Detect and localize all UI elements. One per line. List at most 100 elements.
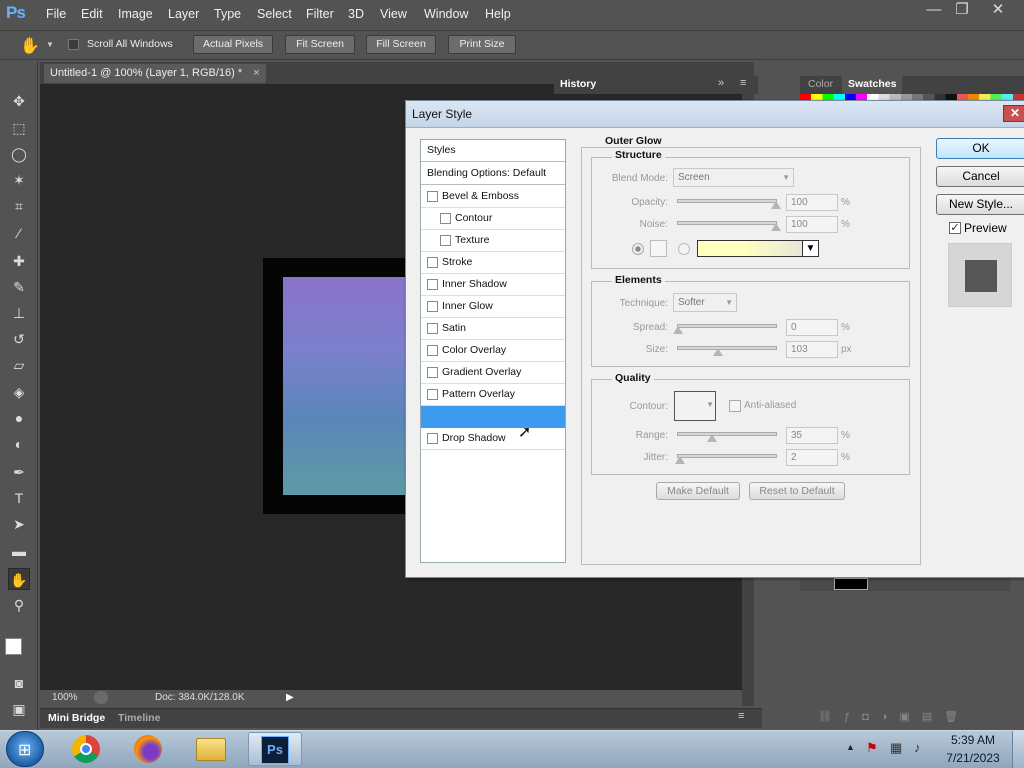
history-collapse-icon[interactable]: » — [718, 77, 724, 89]
style-item-gradient-overlay[interactable]: Gradient Overlay — [421, 362, 565, 384]
menu-window[interactable]: Window — [424, 7, 468, 21]
hand-tool-active-icon[interactable]: ✋ — [8, 568, 30, 590]
spread-field[interactable]: 0 — [786, 319, 838, 336]
show-desktop-button[interactable] — [1012, 731, 1024, 768]
slider-thumb[interactable] — [673, 326, 683, 334]
pen-tool-icon[interactable]: ✒ — [8, 461, 30, 483]
scroll-all-windows-checkbox[interactable] — [68, 38, 79, 50]
size-slider[interactable] — [677, 346, 777, 356]
rectangle-tool-icon[interactable]: ▬ — [8, 540, 30, 562]
reset-to-default-button[interactable]: Reset to Default — [749, 482, 845, 500]
noise-field[interactable]: 100 — [786, 216, 838, 233]
start-button[interactable]: ⊞ — [6, 731, 44, 767]
color-tab[interactable]: Color — [808, 78, 833, 90]
action-center-icon[interactable]: ⚑ — [866, 740, 878, 756]
layer-row[interactable] — [800, 578, 1010, 591]
show-hidden-icons[interactable]: ▲ — [846, 742, 855, 752]
style-item-satin[interactable]: Satin — [421, 318, 565, 340]
menu-view[interactable]: View — [380, 7, 407, 21]
slider-thumb[interactable] — [707, 434, 717, 442]
range-slider[interactable] — [677, 432, 777, 442]
style-item-inner-shadow[interactable]: Inner Shadow — [421, 274, 565, 296]
crop-tool-icon[interactable]: ⌗ — [8, 195, 30, 217]
gradient-picker[interactable]: ▼ — [697, 240, 819, 257]
tool-preset-dropdown-icon[interactable]: ▼ — [46, 40, 54, 49]
new-style-button[interactable]: New Style... — [936, 194, 1024, 215]
slider-thumb[interactable] — [713, 348, 723, 356]
panel-menu-icon[interactable]: ≡ — [738, 710, 744, 722]
screen-mode-icon[interactable]: ▣ — [8, 698, 30, 720]
style-checkbox[interactable] — [427, 345, 438, 356]
brush-tool-icon[interactable]: ✎ — [8, 276, 30, 298]
healing-brush-tool-icon[interactable]: ✚ — [8, 250, 30, 272]
range-field[interactable]: 35 — [786, 427, 838, 444]
eraser-tool-icon[interactable]: ▱ — [8, 354, 30, 376]
menu-edit[interactable]: Edit — [81, 7, 103, 21]
spread-slider[interactable] — [673, 324, 777, 334]
menu-type[interactable]: Type — [214, 7, 241, 21]
taskbar-firefox[interactable] — [126, 732, 170, 766]
clone-stamp-tool-icon[interactable]: ⊥ — [8, 302, 30, 324]
style-checkbox[interactable] — [427, 279, 438, 290]
swatches-tab[interactable]: Swatches — [842, 76, 903, 94]
slider-thumb[interactable] — [771, 223, 781, 231]
status-arrow-icon[interactable]: ▶ — [286, 692, 294, 703]
menu-file[interactable]: File — [46, 7, 66, 21]
document-tab[interactable]: Untitled-1 @ 100% (Layer 1, RGB/16) * × — [44, 64, 266, 83]
style-checkbox[interactable] — [427, 367, 438, 378]
style-checkbox[interactable] — [440, 235, 451, 246]
style-item-drop-shadow[interactable]: Drop Shadow — [421, 428, 565, 450]
fill-screen-button[interactable]: Fill Screen — [366, 35, 436, 54]
mini-bridge-tab[interactable]: Mini Bridge — [48, 712, 105, 724]
style-checkbox[interactable] — [427, 389, 438, 400]
paint-bucket-tool-icon[interactable]: ◈ — [8, 381, 30, 403]
size-field[interactable]: 103 — [786, 341, 838, 358]
dialog-close-button[interactable]: ✕ — [1003, 105, 1024, 122]
volume-icon[interactable]: ♪ — [914, 740, 921, 755]
menu-select[interactable]: Select — [257, 7, 292, 21]
document-tab-close-icon[interactable]: × — [253, 67, 259, 79]
style-item-inner-glow[interactable]: Inner Glow — [421, 296, 565, 318]
timeline-tab[interactable]: Timeline — [118, 712, 160, 724]
quick-mask-icon[interactable]: ◙ — [8, 672, 30, 694]
clock-date[interactable]: 7/21/2023 — [946, 751, 1000, 765]
style-checkbox[interactable] — [427, 301, 438, 312]
taskbar-chrome[interactable] — [64, 732, 108, 766]
style-checkbox[interactable] — [427, 433, 438, 444]
dialog-title-bar[interactable]: Layer Style — [406, 101, 1024, 128]
style-checkbox[interactable] — [427, 191, 438, 202]
blending-options-item[interactable]: Blending Options: Default — [421, 163, 565, 185]
taskbar-photoshop[interactable]: Ps — [248, 732, 302, 766]
style-item-pattern-overlay[interactable]: Pattern Overlay — [421, 384, 565, 406]
menu-image[interactable]: Image — [118, 7, 153, 21]
history-tab[interactable]: History — [560, 78, 596, 90]
lasso-tool-icon[interactable]: ◯ — [8, 143, 30, 165]
jitter-field[interactable]: 2 — [786, 449, 838, 466]
glow-color-swatch[interactable] — [650, 240, 667, 257]
styles-header[interactable]: Styles — [421, 140, 565, 162]
path-selection-tool-icon[interactable]: ➤ — [8, 513, 30, 535]
slider-thumb[interactable] — [675, 456, 685, 464]
type-tool-icon[interactable]: T — [8, 487, 30, 509]
anti-aliased-checkbox[interactable] — [729, 400, 741, 412]
print-size-button[interactable]: Print Size — [448, 35, 516, 54]
style-item-texture[interactable]: Texture — [421, 230, 565, 252]
style-item-contour[interactable]: Contour — [421, 208, 565, 230]
zoom-level[interactable]: 100% — [52, 692, 78, 703]
layers-panel-footer-icons[interactable]: ⛓ƒ◘◑▣▤🗑 — [818, 710, 970, 723]
style-checkbox[interactable] — [427, 323, 438, 334]
history-brush-tool-icon[interactable]: ↺ — [8, 328, 30, 350]
move-tool-icon[interactable]: ✥ — [8, 90, 30, 112]
style-item-bevel-emboss[interactable]: Bevel & Emboss — [421, 186, 565, 208]
close-window-button[interactable]: ✕ — [982, 0, 1014, 20]
eyedropper-tool-icon[interactable]: ⁄ — [8, 222, 30, 244]
marquee-tool-icon[interactable]: ⬚ — [8, 117, 30, 139]
menu-3d[interactable]: 3D — [348, 7, 364, 21]
preview-checkbox[interactable]: ✓ — [949, 222, 961, 234]
style-item-stroke[interactable]: Stroke — [421, 252, 565, 274]
actual-pixels-button[interactable]: Actual Pixels — [193, 35, 273, 54]
gradient-radio[interactable] — [678, 243, 690, 255]
solid-color-radio[interactable] — [632, 243, 644, 255]
style-checkbox[interactable] — [440, 213, 451, 224]
foreground-color-swatch[interactable] — [5, 638, 22, 655]
